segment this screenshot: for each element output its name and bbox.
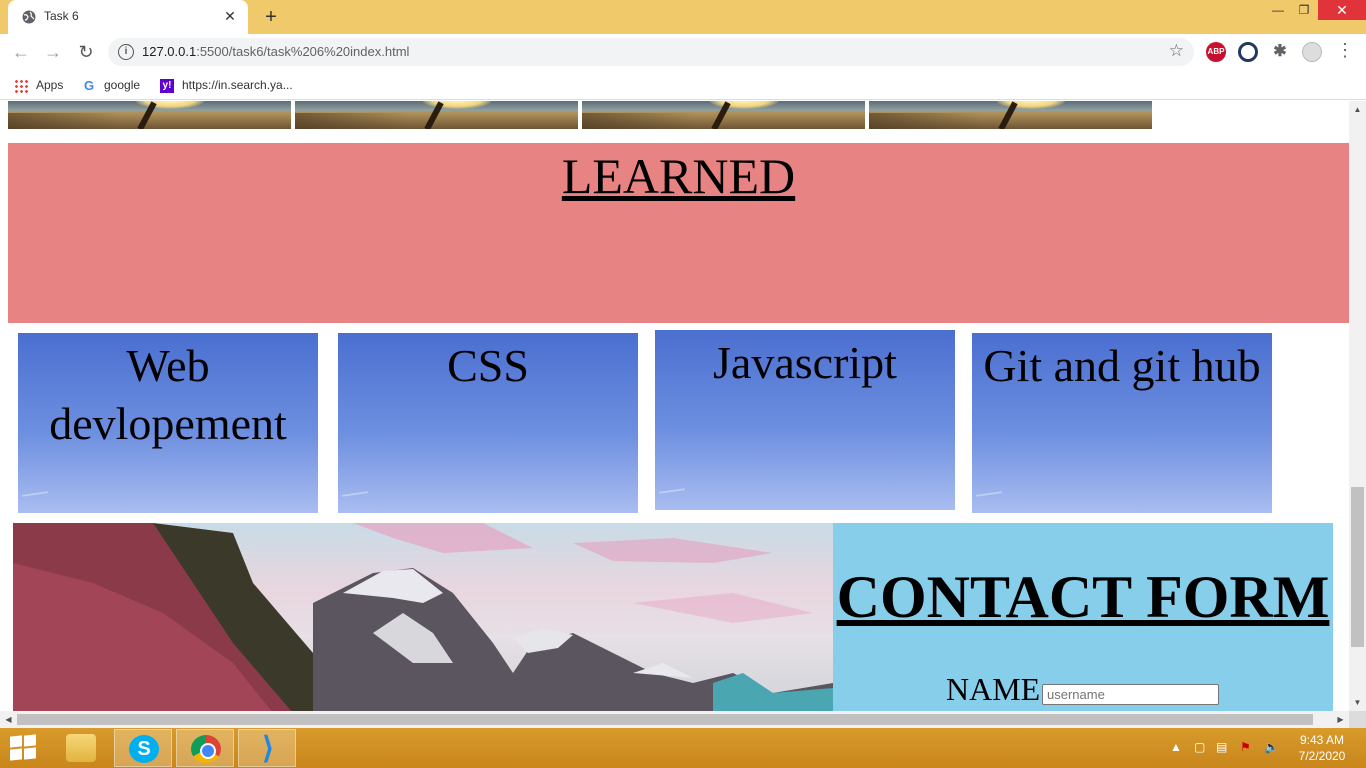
beach-image [869, 101, 1152, 129]
skype-icon: S [129, 735, 159, 763]
globe-icon [22, 10, 36, 24]
vscode-icon: ⟩ [262, 732, 274, 765]
clock-date: 7/2/2020 [1298, 749, 1346, 763]
skill-label: Javascript [713, 337, 897, 388]
lens-icon[interactable] [1238, 42, 1258, 62]
tray-expand-icon[interactable]: ▲ [1170, 740, 1182, 754]
taskbar-vscode[interactable]: ⟩ [238, 729, 296, 767]
skill-card: CSS [338, 333, 638, 513]
browser-titlebar: Task 6 ✕ + — ❐ ✕ [0, 0, 1366, 34]
browser-toolbar: ← → ↻ i 127.0.0.1:5500/task6/task%206%20… [0, 34, 1366, 70]
bookmark-google[interactable]: Ggoogle [82, 76, 140, 94]
taskbar-file-explorer[interactable] [52, 729, 110, 767]
minimize-button[interactable]: — [1264, 0, 1292, 20]
skill-card: Web devlopement [18, 333, 318, 513]
scroll-left-arrow-icon[interactable]: ◀ [0, 711, 17, 728]
skill-label: CSS [447, 340, 529, 391]
close-tab-icon[interactable]: ✕ [220, 6, 240, 26]
scroll-right-arrow-icon[interactable]: ▶ [1332, 711, 1349, 728]
horizontal-scroll-thumb[interactable] [17, 714, 1313, 725]
forward-arrow-icon[interactable]: → [41, 40, 65, 64]
beach-image [8, 101, 291, 129]
skill-label: Web devlopement [49, 340, 287, 449]
mountain-image [13, 523, 833, 711]
file-explorer-icon [66, 734, 96, 762]
scroll-up-arrow-icon[interactable]: ▲ [1349, 101, 1366, 118]
windows-taskbar: S ⟩ ▲ ▢ ▤ ⚑ 🔈 9:43 AM 7/2/2020 [0, 728, 1366, 768]
url-text[interactable]: 127.0.0.1:5500/task6/task%206%20index.ht… [142, 44, 409, 59]
bookmark-star-icon[interactable]: ☆ [1169, 41, 1184, 61]
network-icon[interactable]: ▤ [1216, 740, 1227, 754]
clock-time: 9:43 AM [1299, 733, 1345, 747]
new-tab-button[interactable]: + [258, 4, 284, 30]
info-icon[interactable]: i [118, 44, 134, 60]
bookmark-yahoo[interactable]: y! https://in.search.ya... [160, 76, 293, 94]
tray-app-icon[interactable]: ▢ [1194, 740, 1205, 754]
windows-start-icon[interactable] [10, 734, 38, 762]
menu-dots-icon[interactable]: ⋮ [1336, 40, 1354, 61]
reload-icon[interactable]: ↻ [74, 40, 98, 64]
close-window-button[interactable]: ✕ [1318, 0, 1366, 20]
page-viewport: LEARNED Web devlopement CSS Javascript G… [0, 101, 1366, 711]
volume-icon[interactable]: 🔈 [1264, 740, 1279, 754]
skill-label: Git and git hub [983, 340, 1261, 391]
taskbar-clock[interactable]: 9:43 AM 7/2/2020 [1290, 732, 1354, 764]
vertical-scrollbar[interactable]: ▲ ▼ [1349, 101, 1366, 711]
restore-button[interactable]: ❐ [1290, 0, 1318, 20]
extensions-puzzle-icon[interactable]: ✱ [1270, 42, 1290, 62]
apps-grid-icon [14, 78, 28, 93]
scrollbar-corner [1349, 711, 1366, 728]
browser-tab[interactable]: Task 6 ✕ [8, 0, 248, 34]
contact-section: CONTACT FORM NAME [13, 523, 1333, 711]
username-input[interactable] [1042, 684, 1219, 705]
abp-icon[interactable]: ABP [1206, 42, 1226, 62]
scroll-down-arrow-icon[interactable]: ▼ [1349, 694, 1366, 711]
profile-avatar[interactable] [1302, 42, 1322, 62]
bookmark-apps[interactable]: Apps [14, 76, 63, 94]
chrome-icon [191, 735, 221, 763]
bookmarks-bar: Apps Ggoogle y! https://in.search.ya... [0, 70, 1366, 100]
contact-form: CONTACT FORM NAME [833, 523, 1333, 711]
name-label: NAME [946, 671, 1041, 707]
learned-heading: LEARNED [561, 148, 796, 204]
taskbar-chrome[interactable] [176, 729, 234, 767]
back-arrow-icon[interactable]: ← [9, 40, 33, 64]
address-bar[interactable]: i 127.0.0.1:5500/task6/task%206%20index.… [108, 38, 1194, 66]
beach-image [295, 101, 578, 129]
learned-section: LEARNED [8, 143, 1349, 323]
contact-heading: CONTACT FORM [836, 564, 1330, 630]
yahoo-icon: y! [160, 78, 174, 93]
google-icon: G [83, 77, 95, 93]
flag-icon[interactable]: ⚑ [1240, 740, 1251, 754]
tab-title: Task 6 [44, 9, 79, 23]
skill-card: Javascript [655, 330, 955, 510]
horizontal-scrollbar[interactable]: ◀ ▶ [0, 711, 1349, 728]
beach-image [582, 101, 865, 129]
skill-card: Git and git hub [972, 333, 1272, 513]
vertical-scroll-thumb[interactable] [1351, 487, 1364, 647]
taskbar-skype[interactable]: S [114, 729, 172, 767]
